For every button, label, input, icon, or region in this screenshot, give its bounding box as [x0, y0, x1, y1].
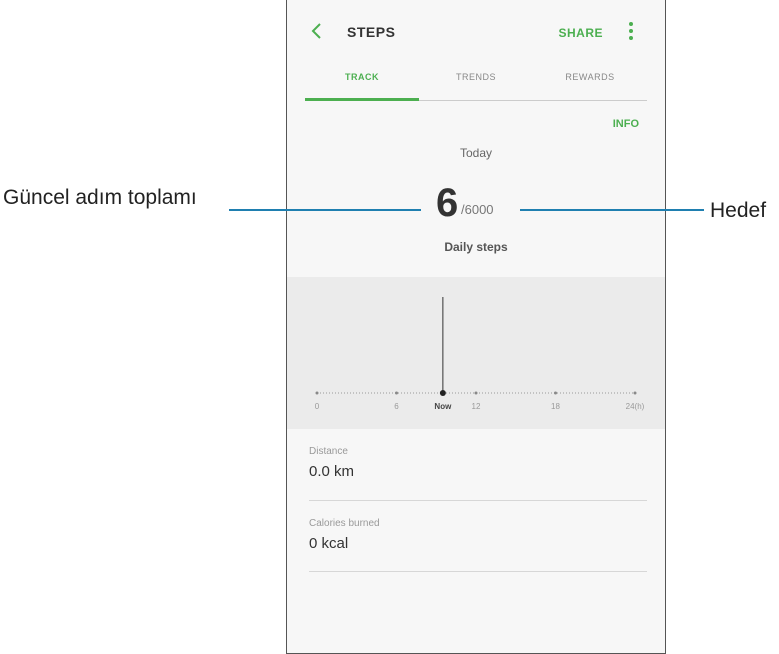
today-label: Today [459, 146, 493, 160]
back-arrow-icon[interactable] [307, 21, 327, 41]
distance-value: 0.0 km [309, 463, 355, 480]
chart-tick-dot [315, 391, 319, 395]
hourly-steps-chart: 0 6 Now 12 18 24(h) [287, 277, 665, 429]
chart-tick-label: 6 [394, 402, 399, 411]
chart-tick-label: 18 [551, 402, 560, 411]
chart-canvas: 0 6 Now 12 18 24(h) [315, 297, 645, 411]
chart-tick-dot [395, 391, 398, 395]
step-goal: /6000 [461, 202, 494, 217]
callout-current-total: Güncel adım toplamı [3, 186, 197, 209]
chart-tick-label: 0 [315, 402, 320, 411]
chart-tick-dot [474, 391, 478, 395]
calories-value: 0 kcal [309, 535, 349, 552]
now-indicator-dot [439, 390, 446, 396]
more-options-icon[interactable] [627, 20, 635, 42]
distance-stat: Distance 0.0 km [309, 446, 647, 501]
share-button[interactable]: SHARE [558, 26, 603, 40]
current-steps: 6 [436, 181, 459, 225]
app-bar: STEPS SHARE [287, 0, 665, 64]
daily-steps-label: Daily steps [444, 240, 508, 254]
chart-tick-dot [633, 391, 637, 395]
step-count: 6 /6000 [436, 181, 494, 225]
chart-tick-label: Now [434, 402, 452, 411]
calories-stat: Calories burned 0 kcal [309, 518, 647, 572]
chart-tick-label: 12 [472, 402, 481, 411]
tab-track[interactable]: TRACK [305, 60, 419, 101]
chart-tick-label: 24(h) [626, 402, 645, 411]
tab-bar: TRACK TRENDS REWARDS [305, 60, 647, 101]
page-title: STEPS [347, 24, 396, 40]
phone-screen: STEPS SHARE TRACK TRENDS REWARDS INFO To… [286, 0, 666, 654]
tab-trends[interactable]: TRENDS [419, 60, 533, 100]
callout-line-left [229, 209, 421, 211]
distance-label: Distance [309, 446, 348, 457]
callout-goal: Hedef [710, 199, 767, 222]
chart-tick-dot [554, 391, 557, 395]
callout-line-right [520, 209, 704, 211]
info-button[interactable]: INFO [613, 118, 639, 130]
tab-rewards[interactable]: REWARDS [533, 60, 647, 100]
calories-label: Calories burned [309, 518, 380, 529]
